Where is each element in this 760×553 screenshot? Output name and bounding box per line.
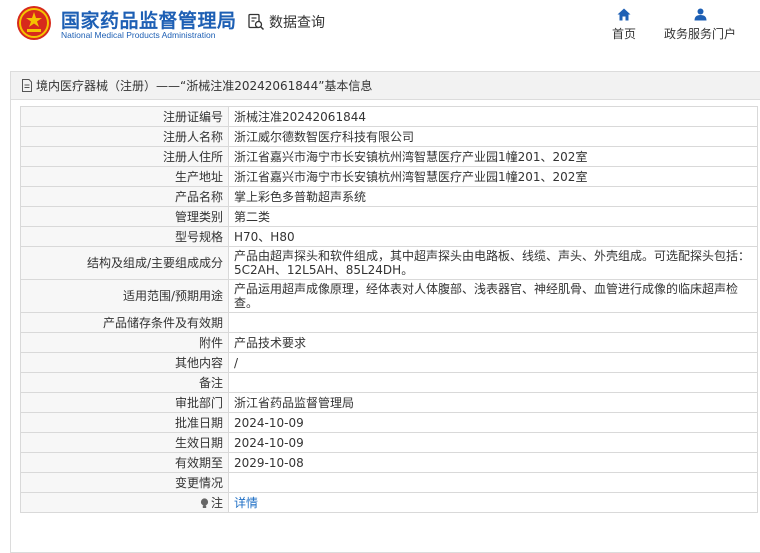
table-row: 生产地址 浙江省嘉兴市海宁市长安镇杭州湾智慧医疗产业园1幢201、202室 [20,166,758,187]
details-link[interactable]: 详情 [234,496,258,510]
field-value: / [228,352,758,373]
field-label: 备注 [20,372,229,393]
nav-service-label: 政务服务门户 [663,27,736,41]
field-value: 产品由超声探头和软件组成，其中超声探头由电路板、线缆、声头、外壳组成。可选配探头… [228,246,758,280]
field-label: 注 [20,492,229,513]
field-label: 生产地址 [20,166,229,187]
table-row: 有效期至 2029-10-08 [20,452,758,473]
field-label: 有效期至 [20,452,229,473]
field-label: 其他内容 [20,352,229,373]
table-row: 型号规格 H70、H80 [20,226,758,247]
table-row: 适用范围/预期用途 产品运用超声成像原理，经体表对人体腹部、浅表器官、神经肌骨、血… [20,279,758,313]
nav-home[interactable]: 首页 [605,8,643,42]
field-label: 注册人住所 [20,146,229,167]
field-value: 浙械注准20242061844 [228,106,758,127]
field-value: 2024-10-09 [228,412,758,433]
field-label: 适用范围/预期用途 [20,279,229,313]
field-value: 第二类 [228,206,758,227]
field-value: 2024-10-09 [228,432,758,453]
site-header: 国家药品监督管理局 National Medical Products Admi… [0,0,760,57]
table-row: 注册证编号 浙械注准20242061844 [20,106,758,127]
table-row: 生效日期 2024-10-09 [20,432,758,453]
nav-service-portal[interactable]: 政务服务门户 [660,8,740,42]
lightbulb-icon [200,497,209,508]
field-label: 产品名称 [20,186,229,207]
field-value: 产品运用超声成像原理，经体表对人体腹部、浅表器官、神经肌骨、血管进行成像的临床超… [228,279,758,313]
national-emblem-icon [17,6,51,40]
field-value [228,372,758,393]
panel-title: 境内医疗器械（注册）——“浙械注准20242061844”基本信息 [11,72,760,100]
agency-name-cn[interactable]: 国家药品监督管理局 [61,6,237,33]
field-value: 2029-10-08 [228,452,758,473]
nav-home-label: 首页 [611,27,636,41]
table-row: 附件 产品技术要求 [20,332,758,353]
field-label: 审批部门 [20,392,229,413]
field-value: 浙江省嘉兴市海宁市长安镇杭州湾智慧医疗产业园1幢201、202室 [228,146,758,167]
table-row: 其他内容 / [20,352,758,373]
table-row: 注册人名称 浙江威尔德数智医疗科技有限公司 [20,126,758,147]
table-row: 产品储存条件及有效期 [20,312,758,333]
data-query-link[interactable]: 数据查询 [247,11,325,33]
field-label: 注册人名称 [20,126,229,147]
field-value: 掌上彩色多普勒超声系统 [228,186,758,207]
table-row: 备注 [20,372,758,393]
data-query-label: 数据查询 [269,15,325,31]
table-row: 审批部门 浙江省药品监督管理局 [20,392,758,413]
field-label: 产品储存条件及有效期 [20,312,229,333]
table-row: 结构及组成/主要组成成分 产品由超声探头和软件组成，其中超声探头由电路板、线缆、声… [20,246,758,280]
table-row: 注详情 [20,492,758,513]
table-row: 产品名称 掌上彩色多普勒超声系统 [20,186,758,207]
document-icon [22,79,32,92]
home-icon [617,8,631,21]
table-row: 变更情况 [20,472,758,493]
field-label: 变更情况 [20,472,229,493]
field-value: 浙江省药品监督管理局 [228,392,758,413]
field-label: 附件 [20,332,229,353]
field-value [228,472,758,493]
field-label: 批准日期 [20,412,229,433]
device-info-table: 注册证编号 浙械注准20242061844 注册人名称 浙江威尔德数智医疗科技有限公司… [20,106,758,513]
document-search-icon [248,13,265,31]
field-label: 生效日期 [20,432,229,453]
field-label-text: 注 [210,495,223,510]
field-label: 型号规格 [20,226,229,247]
field-label: 注册证编号 [20,106,229,127]
field-value: 浙江威尔德数智医疗科技有限公司 [228,126,758,147]
panel-title-text: 境内医疗器械（注册）——“浙械注准20242061844”基本信息 [36,79,373,93]
field-value: 浙江省嘉兴市海宁市长安镇杭州湾智慧医疗产业园1幢201、202室 [228,166,758,187]
field-value [228,312,758,333]
table-row: 注册人住所 浙江省嘉兴市海宁市长安镇杭州湾智慧医疗产业园1幢201、202室 [20,146,758,167]
user-icon [694,8,706,21]
field-value: H70、H80 [228,226,758,247]
table-row: 管理类别 第二类 [20,206,758,227]
agency-name-en: National Medical Products Administration [61,30,216,40]
table-row: 批准日期 2024-10-09 [20,412,758,433]
field-label: 结构及组成/主要组成成分 [20,246,229,280]
field-label: 管理类别 [20,206,229,227]
field-value: 产品技术要求 [228,332,758,353]
field-value: 详情 [228,492,758,513]
